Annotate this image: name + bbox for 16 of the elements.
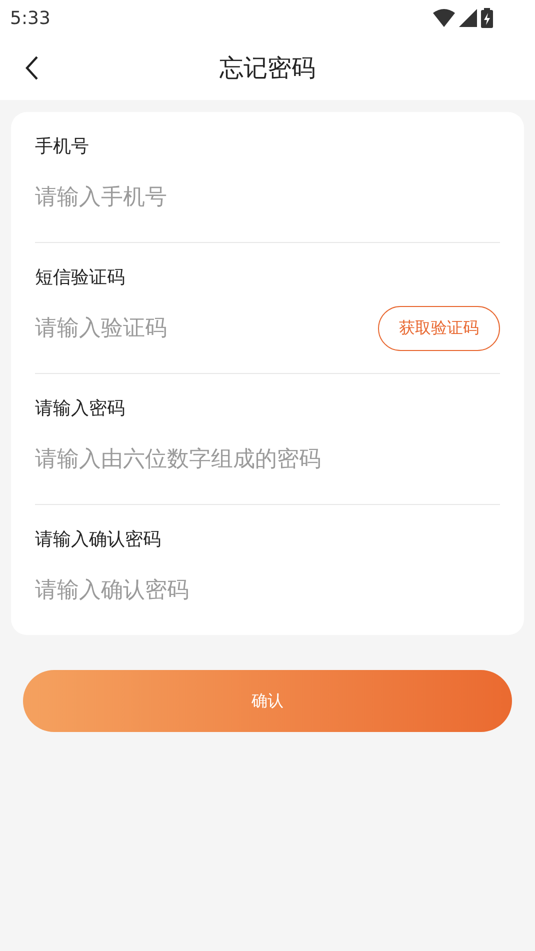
- field-label: 手机号: [35, 135, 90, 159]
- get-code-button[interactable]: 获取验证码: [378, 306, 500, 350]
- signal-icon: [459, 9, 477, 27]
- page-title: 忘记密码: [220, 53, 316, 84]
- wifi-icon: [433, 9, 455, 27]
- battery-icon: [481, 8, 493, 28]
- input-field[interactable]: 请输入手机号: [35, 180, 500, 214]
- input-field[interactable]: 请输入确认密码: [35, 574, 500, 606]
- back-icon: [25, 55, 39, 81]
- input-field[interactable]: 请输入验证码: [35, 312, 378, 344]
- status-time: 5:33: [10, 6, 50, 30]
- field-label: 短信验证码: [35, 266, 126, 290]
- input-field[interactable]: 请输入由六位数字组成的密码: [35, 442, 500, 476]
- field-label: 请输入密码: [35, 397, 126, 421]
- field-label: 请输入确认密码: [35, 528, 162, 552]
- confirm-button[interactable]: 确认: [23, 670, 512, 732]
